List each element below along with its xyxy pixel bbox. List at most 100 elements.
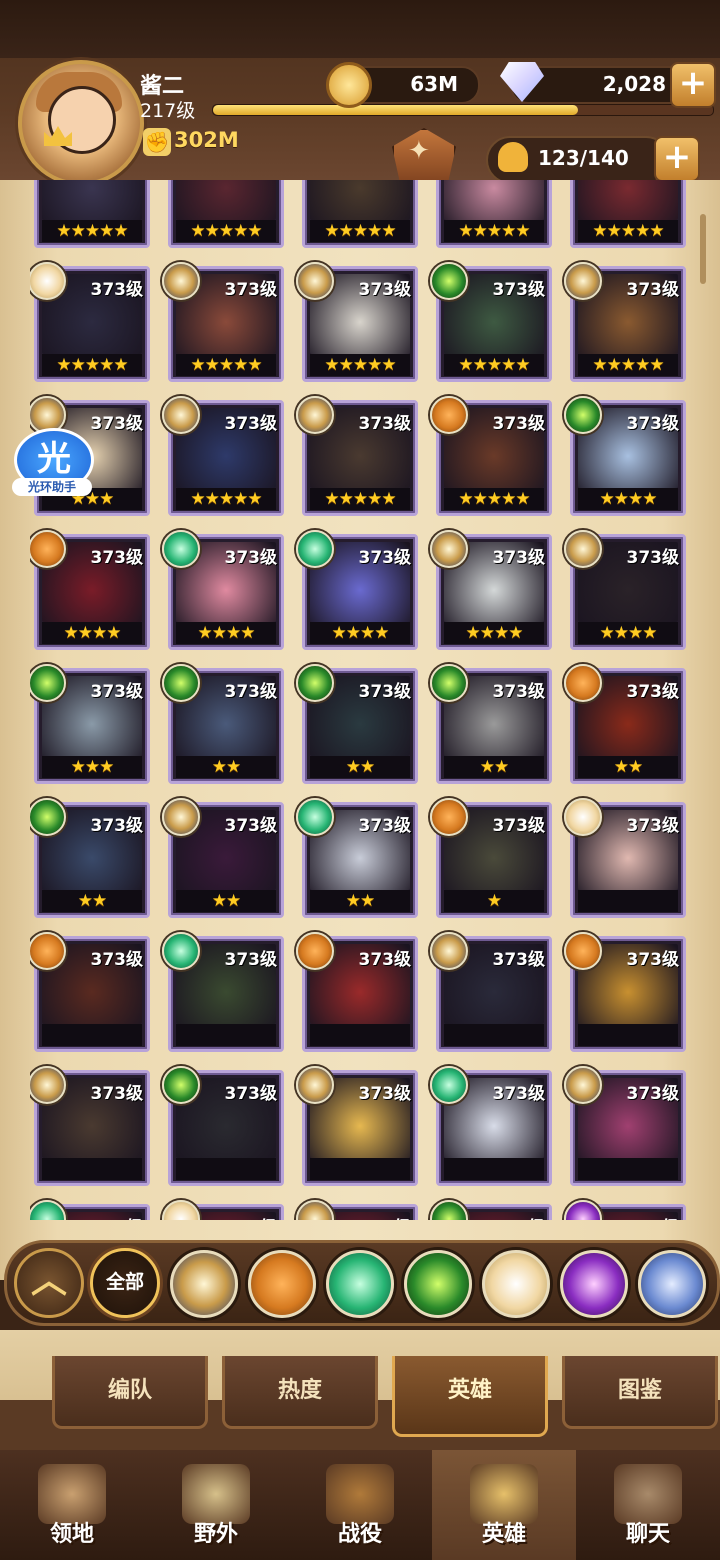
tab-1[interactable]: 热度 (222, 1356, 378, 1429)
hero-card[interactable]: 373级 (30, 1200, 150, 1220)
graveborn-icon[interactable] (404, 1250, 472, 1318)
hero-stars: ★★★★ (599, 623, 658, 643)
hero-card[interactable]: 373级 (162, 932, 284, 1052)
hypogean-icon[interactable] (560, 1250, 628, 1318)
hero-stars: ★★★★★ (190, 221, 262, 241)
hero-card[interactable]: 373级 (162, 1200, 284, 1220)
hero-card[interactable]: ★★ 373级 (564, 664, 686, 784)
hero-level: 373级 (90, 1084, 144, 1104)
faction-icon (162, 798, 200, 836)
hero-card-footer (42, 1024, 142, 1046)
hero-card[interactable]: 373级 (430, 1200, 552, 1220)
player-avatar[interactable] (18, 60, 144, 186)
chevron-up-icon[interactable]: ︿ (14, 1248, 84, 1318)
hero-card-frame: ★★★★★ (168, 180, 284, 248)
filter-all-button[interactable]: 全部 (90, 1248, 160, 1318)
tab-3[interactable]: 图鉴 (562, 1356, 718, 1429)
celestial-icon[interactable] (482, 1250, 550, 1318)
tab-0[interactable]: 编队 (52, 1356, 208, 1429)
hero-card[interactable]: ★★★★★ 373级 (296, 262, 418, 382)
nav-item-4[interactable]: 聊天 (576, 1450, 720, 1560)
hero-level: 373级 (224, 682, 278, 702)
hero-card[interactable]: ★★★★★ 373级 (430, 262, 552, 382)
hero-card[interactable]: ★★★★★ 373级 (564, 262, 686, 382)
hero-stars: ★★★★★ (324, 355, 396, 375)
faction-icon (296, 262, 334, 300)
hero-portrait (444, 180, 544, 220)
dimensional-icon[interactable] (638, 1250, 706, 1318)
nav-item-2[interactable]: 战役 (288, 1450, 432, 1560)
hero-card[interactable]: ★★★★ 373级 (30, 530, 150, 650)
hero-card[interactable]: ★ 373级 (430, 798, 552, 918)
hero-card[interactable]: ★★★★★ 373级 (296, 396, 418, 516)
nav-item-0[interactable]: 领地 (0, 1450, 144, 1560)
hero-card-footer (310, 1158, 410, 1180)
hero-card[interactable]: ★★★★ 373级 (162, 530, 284, 650)
hero-card[interactable]: ★★★★ 373级 (564, 396, 686, 516)
hero-card[interactable]: ★★ 373级 (162, 664, 284, 784)
hero-card-frame: ★★★★★ (34, 180, 150, 248)
hero-card[interactable]: 373级 (564, 798, 686, 918)
hero-card[interactable]: 373级 (564, 1200, 686, 1220)
hero-card[interactable]: 373级 (296, 932, 418, 1052)
hero-card[interactable]: ★★★★ 373级 (296, 530, 418, 650)
nav-item-1[interactable]: 野外 (144, 1450, 288, 1560)
hero-card[interactable]: ★★★★ 373级 (564, 530, 686, 650)
hero-card[interactable]: 373级 (296, 1200, 418, 1220)
hero-card[interactable]: ★★★★ 373级 (430, 530, 552, 650)
hero-level: 373级 (224, 816, 278, 836)
chat-icon (614, 1464, 682, 1524)
hero-card[interactable]: ★★★★★ 373级 (162, 262, 284, 382)
player-level: 217级 (140, 100, 196, 122)
faction-icon (296, 798, 334, 836)
hero-card[interactable]: ★★ 373级 (30, 798, 150, 918)
hero-level: 373级 (90, 414, 144, 434)
person-icon (498, 142, 528, 172)
hero-card[interactable]: 373级 (564, 1066, 686, 1186)
hero-card[interactable]: 373级 (296, 1066, 418, 1186)
hero-card[interactable]: ★★★★★ (302, 180, 418, 248)
mauler-icon[interactable] (248, 1250, 316, 1318)
hero-card[interactable]: ★★★ 373级 (30, 664, 150, 784)
hero-level: 373级 (90, 280, 144, 300)
hero-portrait (176, 180, 276, 220)
hero-card[interactable]: 373级 (430, 1066, 552, 1186)
faction-icon (430, 530, 468, 568)
hero-card[interactable]: ★★ 373级 (296, 664, 418, 784)
hero-card[interactable]: ★★ 373级 (162, 798, 284, 918)
hero-level: 373级 (492, 1084, 546, 1104)
nav-label: 领地 (49, 1522, 94, 1547)
faction-icon (430, 1200, 468, 1220)
faction-icon (296, 932, 334, 970)
hero-grid-scrollbar[interactable] (700, 214, 706, 284)
lightbearers-icon[interactable] (170, 1250, 238, 1318)
hero-card[interactable]: ★★★★★ (168, 180, 284, 248)
hero-card[interactable]: 373级 (430, 932, 552, 1052)
hero-level: 373级 (224, 414, 278, 434)
hero-card[interactable]: ★★ 373级 (296, 798, 418, 918)
hero-card[interactable]: ★★★★★ 373级 (30, 262, 150, 382)
helper-widget[interactable]: 光 光环助手 (12, 428, 94, 496)
hero-level: 373级 (359, 1213, 412, 1220)
hero-card[interactable]: 373级 (162, 1066, 284, 1186)
hero-card[interactable]: 373级 (30, 1066, 150, 1186)
hero-card[interactable]: ★★ 373级 (430, 664, 552, 784)
hero-card-footer (444, 1024, 544, 1046)
nav-item-3[interactable]: 英雄 (432, 1450, 576, 1560)
hero-level: 373级 (492, 414, 546, 434)
hero-card[interactable]: 373级 (564, 932, 686, 1052)
hero-card[interactable]: ★★★★★ 373级 (430, 396, 552, 516)
hero-card[interactable]: ★★★★★ 373级 (162, 396, 284, 516)
wilder-icon[interactable] (326, 1250, 394, 1318)
hero-card[interactable]: 373级 (30, 932, 150, 1052)
hero-card[interactable]: ★★★★★ (436, 180, 552, 248)
faction-icon (296, 1200, 334, 1220)
add-gems-button[interactable]: + (670, 62, 716, 108)
faction-icon (296, 396, 334, 434)
hero-card[interactable]: ★★★★★ (34, 180, 150, 248)
faction-icon (430, 1066, 468, 1104)
hero-stars: ★★★★★ (190, 355, 262, 375)
tab-2[interactable]: 英雄 (392, 1356, 548, 1437)
hero-card[interactable]: ★★★★★ (570, 180, 686, 248)
expand-roster-button[interactable]: + (654, 136, 700, 182)
